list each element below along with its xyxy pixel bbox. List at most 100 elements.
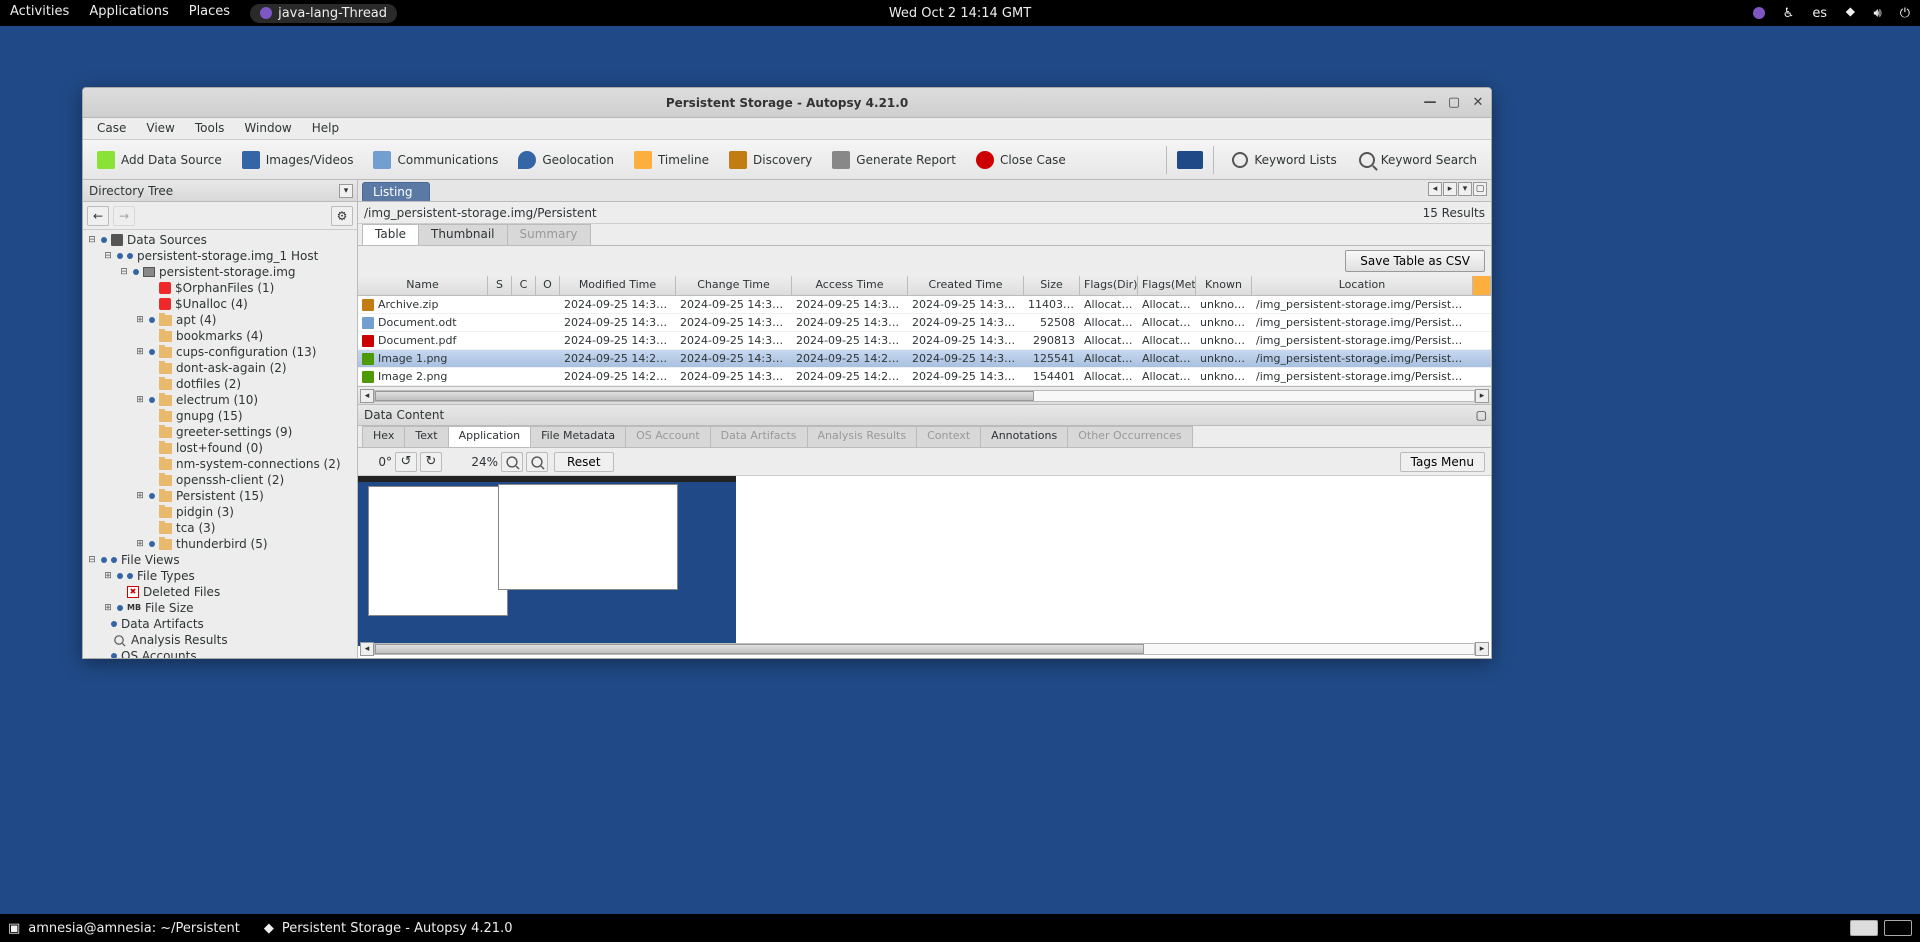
- tree-node[interactable]: greeter-settings (9): [83, 424, 357, 440]
- power-icon[interactable]: ⏻: [1900, 6, 1910, 21]
- timeline-button[interactable]: Timeline: [626, 147, 717, 173]
- communications-button[interactable]: Communications: [365, 147, 506, 173]
- minimize-button[interactable]: —: [1423, 96, 1437, 110]
- col-location[interactable]: Location: [1252, 276, 1473, 295]
- col-o[interactable]: O: [536, 276, 560, 295]
- tree-back-button[interactable]: ←: [87, 206, 109, 226]
- expand-toggle[interactable]: ⊞: [103, 603, 113, 613]
- expand-toggle[interactable]: ⊞: [135, 491, 145, 501]
- image-preview[interactable]: ◂ ▸: [358, 476, 1491, 658]
- col-flagsdir[interactable]: Flags(Dir): [1080, 276, 1138, 295]
- zoom-in-button[interactable]: [526, 452, 548, 472]
- col-known[interactable]: Known: [1196, 276, 1252, 295]
- col-overflow-indicator[interactable]: [1473, 276, 1491, 295]
- tab-maximize-button[interactable]: ▢: [1473, 182, 1487, 196]
- add-data-source-button[interactable]: Add Data Source: [89, 147, 230, 173]
- accessibility-icon[interactable]: ♿︎: [1783, 6, 1795, 21]
- expand-toggle[interactable]: ⊞: [135, 539, 145, 549]
- tree-node[interactable]: pidgin (3): [83, 504, 357, 520]
- col-c[interactable]: C: [512, 276, 536, 295]
- expand-toggle[interactable]: ⊞: [135, 315, 145, 325]
- notifications-icon[interactable]: [1177, 151, 1203, 169]
- tree-node[interactable]: ⊞electrum (10): [83, 392, 357, 408]
- expand-toggle[interactable]: ⊟: [103, 251, 113, 261]
- tree-node[interactable]: ⊟persistent-storage.img_1 Host: [83, 248, 357, 264]
- hscroll-left[interactable]: ◂: [360, 389, 374, 403]
- workspace-1[interactable]: [1850, 920, 1878, 936]
- tree-node[interactable]: tca (3): [83, 520, 357, 536]
- places-menu[interactable]: Places: [189, 4, 230, 23]
- col-name[interactable]: Name: [358, 276, 488, 295]
- listing-tab[interactable]: Listing: [362, 182, 430, 201]
- generate-report-button[interactable]: Generate Report: [824, 147, 964, 173]
- directory-tree[interactable]: ⊟Data Sources⊟persistent-storage.img_1 H…: [83, 230, 357, 658]
- content-tab-analysis-results[interactable]: Analysis Results: [807, 426, 918, 447]
- geolocation-button[interactable]: Geolocation: [510, 147, 622, 173]
- activities[interactable]: Activities: [10, 4, 69, 23]
- images-videos-button[interactable]: Images/Videos: [234, 147, 362, 173]
- tree-node[interactable]: $Unalloc (4): [83, 296, 357, 312]
- tab-next-button[interactable]: ▸: [1443, 182, 1457, 196]
- reset-view-button[interactable]: Reset: [554, 452, 614, 472]
- tree-node[interactable]: dont-ask-again (2): [83, 360, 357, 376]
- menu-help[interactable]: Help: [302, 118, 349, 139]
- content-tab-os-account[interactable]: OS Account: [625, 426, 711, 447]
- save-csv-button[interactable]: Save Table as CSV: [1345, 250, 1485, 272]
- expand-toggle[interactable]: ⊞: [103, 571, 113, 581]
- menu-window[interactable]: Window: [234, 118, 301, 139]
- menu-view[interactable]: View: [136, 118, 184, 139]
- thumbnail-view-tab[interactable]: Thumbnail: [418, 224, 507, 245]
- expand-toggle[interactable]: ⊟: [87, 235, 97, 245]
- col-ctime[interactable]: Change Time: [676, 276, 792, 295]
- zoom-out-button[interactable]: [501, 452, 523, 472]
- close-case-button[interactable]: Close Case: [968, 147, 1074, 173]
- content-tab-text[interactable]: Text: [404, 426, 448, 447]
- col-size[interactable]: Size: [1024, 276, 1080, 295]
- menu-case[interactable]: Case: [87, 118, 136, 139]
- collapse-tree-button[interactable]: ▾: [339, 184, 353, 198]
- col-crtime[interactable]: Created Time: [908, 276, 1024, 295]
- content-tab-data-artifacts[interactable]: Data Artifacts: [710, 426, 808, 447]
- content-tab-other-occurrences[interactable]: Other Occurrences: [1067, 426, 1192, 447]
- tab-prev-button[interactable]: ◂: [1428, 182, 1442, 196]
- keyword-lists-button[interactable]: Keyword Lists: [1224, 148, 1344, 172]
- focused-app-indicator[interactable]: java-lang-Thread: [250, 4, 397, 23]
- tree-node[interactable]: lost+found (0): [83, 440, 357, 456]
- tree-node[interactable]: nm-system-connections (2): [83, 456, 357, 472]
- task-terminal[interactable]: ▣ amnesia@amnesia: ~/Persistent: [8, 921, 240, 936]
- col-mtime[interactable]: Modified Time: [560, 276, 676, 295]
- tree-node[interactable]: openssh-client (2): [83, 472, 357, 488]
- tree-node[interactable]: ⊞File Types: [83, 568, 357, 584]
- expand-toggle[interactable]: ⊟: [87, 555, 97, 565]
- tree-node[interactable]: ⊞thunderbird (5): [83, 536, 357, 552]
- tree-node[interactable]: Analysis Results: [83, 632, 357, 648]
- table-row[interactable]: Image 1.png 2024-09-25 14:28:45 UTC 2024…: [358, 350, 1491, 368]
- content-collapse-button[interactable]: ▢: [1476, 408, 1487, 422]
- content-tab-context[interactable]: Context: [916, 426, 981, 447]
- workspace-switcher[interactable]: [1850, 920, 1912, 936]
- tree-node[interactable]: ⊞Persistent (15): [83, 488, 357, 504]
- preview-hscroll[interactable]: ◂ ▸: [360, 642, 1489, 656]
- volume-icon[interactable]: 🔊︎: [1874, 6, 1882, 21]
- table-view-tab[interactable]: Table: [362, 224, 419, 245]
- tree-node[interactable]: ✖Deleted Files: [83, 584, 357, 600]
- tree-node[interactable]: gnupg (15): [83, 408, 357, 424]
- titlebar[interactable]: Persistent Storage - Autopsy 4.21.0 — ▢ …: [83, 88, 1491, 118]
- table-hscrollbar[interactable]: ◂ ▸: [358, 386, 1491, 404]
- tree-node[interactable]: ⊞cups-configuration (13): [83, 344, 357, 360]
- tree-node[interactable]: ⊞MBFile Size: [83, 600, 357, 616]
- clock[interactable]: Wed Oct 2 14:14 GMT: [889, 6, 1031, 21]
- tor-status-icon[interactable]: [1753, 7, 1765, 19]
- file-table-header[interactable]: Name S C O Modified Time Change Time Acc…: [358, 276, 1491, 296]
- discovery-button[interactable]: Discovery: [721, 147, 820, 173]
- tree-settings-button[interactable]: ⚙: [331, 206, 353, 226]
- applications-menu[interactable]: Applications: [89, 4, 168, 23]
- task-autopsy[interactable]: ◆ Persistent Storage - Autopsy 4.21.0: [264, 921, 513, 936]
- tree-node[interactable]: ⊟persistent-storage.img: [83, 264, 357, 280]
- keyword-search-button[interactable]: Keyword Search: [1351, 148, 1485, 172]
- tree-node[interactable]: $OrphanFiles (1): [83, 280, 357, 296]
- tree-node[interactable]: dotfiles (2): [83, 376, 357, 392]
- table-row[interactable]: Archive.zip 2024-09-25 14:30:11 UTC 2024…: [358, 296, 1491, 314]
- rotate-ccw-button[interactable]: ↺: [395, 452, 417, 472]
- tree-forward-button[interactable]: →: [113, 206, 135, 226]
